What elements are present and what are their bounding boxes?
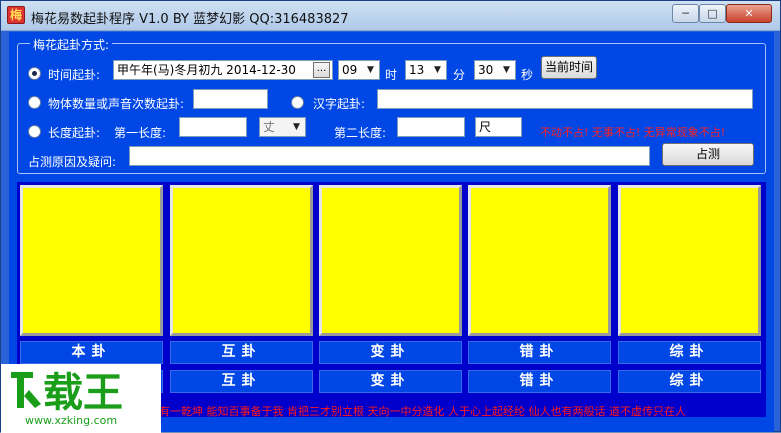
second-length-label: 第二长度: xyxy=(334,126,387,140)
current-time-button[interactable]: 当前时间 xyxy=(541,56,597,79)
first-length-unit: 丈 xyxy=(263,120,276,134)
count-method-label: 物体数量或声音次数起卦: xyxy=(48,97,185,111)
hexagram-label-reversed-2: 综卦 xyxy=(618,370,761,393)
app-icon: 梅 xyxy=(7,6,25,24)
hexagram-panel-changed xyxy=(319,185,462,336)
hexagram-label-mutual: 互卦 xyxy=(170,341,313,364)
second-length-unit: 尺 xyxy=(475,117,522,137)
first-length-label: 第一长度: xyxy=(114,126,167,140)
minute-unit: 分 xyxy=(453,68,466,82)
hour-value: 09 xyxy=(342,63,358,77)
title-bar[interactable]: 梅 梅花易数起卦程序 V1.0 BY 蓝梦幻影 QQ:316483827 ─ □… xyxy=(1,1,780,31)
hour-unit: 时 xyxy=(385,68,398,82)
watermark-url: www.xzking.com xyxy=(25,414,118,427)
hexagram-label-opposite: 错卦 xyxy=(468,341,611,364)
chevron-down-icon: ▼ xyxy=(434,65,441,75)
hexagram-label-opposite-2: 错卦 xyxy=(468,370,611,393)
hexagram-label-reversed: 综卦 xyxy=(618,341,761,364)
chinese-input[interactable] xyxy=(377,89,753,109)
length-method-radio[interactable] xyxy=(28,125,41,138)
hexagram-panel-opposite xyxy=(468,185,611,336)
chevron-down-icon: ▼ xyxy=(367,65,374,75)
count-input[interactable] xyxy=(193,89,268,109)
second-value: 30 xyxy=(478,63,494,77)
hexagram-panel-mutual xyxy=(170,185,313,336)
hexagram-label-mutual-2: 互卦 xyxy=(170,370,313,393)
app-window: 梅 梅花易数起卦程序 V1.0 BY 蓝梦幻影 QQ:316483827 ─ □… xyxy=(0,0,781,433)
date-picker-button[interactable]: ... xyxy=(313,62,330,78)
reason-label: 占测原因及疑问: xyxy=(28,155,117,169)
hexagram-label-changed-2: 变卦 xyxy=(319,370,462,393)
hour-select[interactable]: 09 ▼ xyxy=(338,60,380,80)
time-method-radio[interactable] xyxy=(28,67,41,80)
hexagram-label-changed: 变卦 xyxy=(319,341,462,364)
hexagram-label-original: 本卦 xyxy=(20,341,163,364)
minute-value: 13 xyxy=(409,63,425,77)
chinese-method-radio[interactable] xyxy=(291,96,304,109)
watermark: 载王 www.xzking.com xyxy=(1,364,161,433)
divine-button[interactable]: 占测 xyxy=(662,143,754,166)
chevron-down-icon: ▼ xyxy=(503,65,510,75)
second-length-input[interactable] xyxy=(397,117,465,137)
reason-input[interactable] xyxy=(129,146,650,166)
marquee-text: 有一乾坤 能知百事备于我 肯把三才别立根 天向一中分造化 人于心上起经纶 仙人也… xyxy=(159,405,686,418)
first-length-unit-select[interactable]: 丈 ▼ xyxy=(259,117,306,137)
length-method-label: 长度起卦: xyxy=(48,126,101,140)
group-title: 梅花起卦方式: xyxy=(30,36,113,53)
date-value: 甲午年(马)冬月初九 2014-12-30 xyxy=(117,63,296,77)
watermark-logo: 载王 xyxy=(11,370,123,412)
svg-text:载王: 载王 xyxy=(43,370,123,412)
date-field[interactable]: 甲午年(马)冬月初九 2014-12-30 ... xyxy=(113,60,333,80)
maximize-button[interactable]: □ xyxy=(699,4,726,23)
time-method-label: 时间起卦: xyxy=(48,68,101,82)
warning-text: 不动不占! 无事不占! 无异常现象不占! xyxy=(540,126,726,139)
chinese-method-label: 汉字起卦: xyxy=(313,97,366,111)
window-title: 梅花易数起卦程序 V1.0 BY 蓝梦幻影 QQ:316483827 xyxy=(31,12,349,27)
close-button[interactable]: ✕ xyxy=(726,4,772,23)
count-method-radio[interactable] xyxy=(28,96,41,109)
first-length-input[interactable] xyxy=(179,117,247,137)
minimize-button[interactable]: ─ xyxy=(672,4,699,23)
divination-method-group: 梅花起卦方式: 时间起卦: 甲午年(马)冬月初九 2014-12-30 ... … xyxy=(17,36,766,174)
minute-select[interactable]: 13 ▼ xyxy=(405,60,447,80)
second-select[interactable]: 30 ▼ xyxy=(474,60,516,80)
chevron-down-icon: ▼ xyxy=(293,122,300,132)
second-unit: 秒 xyxy=(521,68,534,82)
hexagram-panel-reversed xyxy=(618,185,761,336)
hexagram-panel-original xyxy=(20,185,163,336)
